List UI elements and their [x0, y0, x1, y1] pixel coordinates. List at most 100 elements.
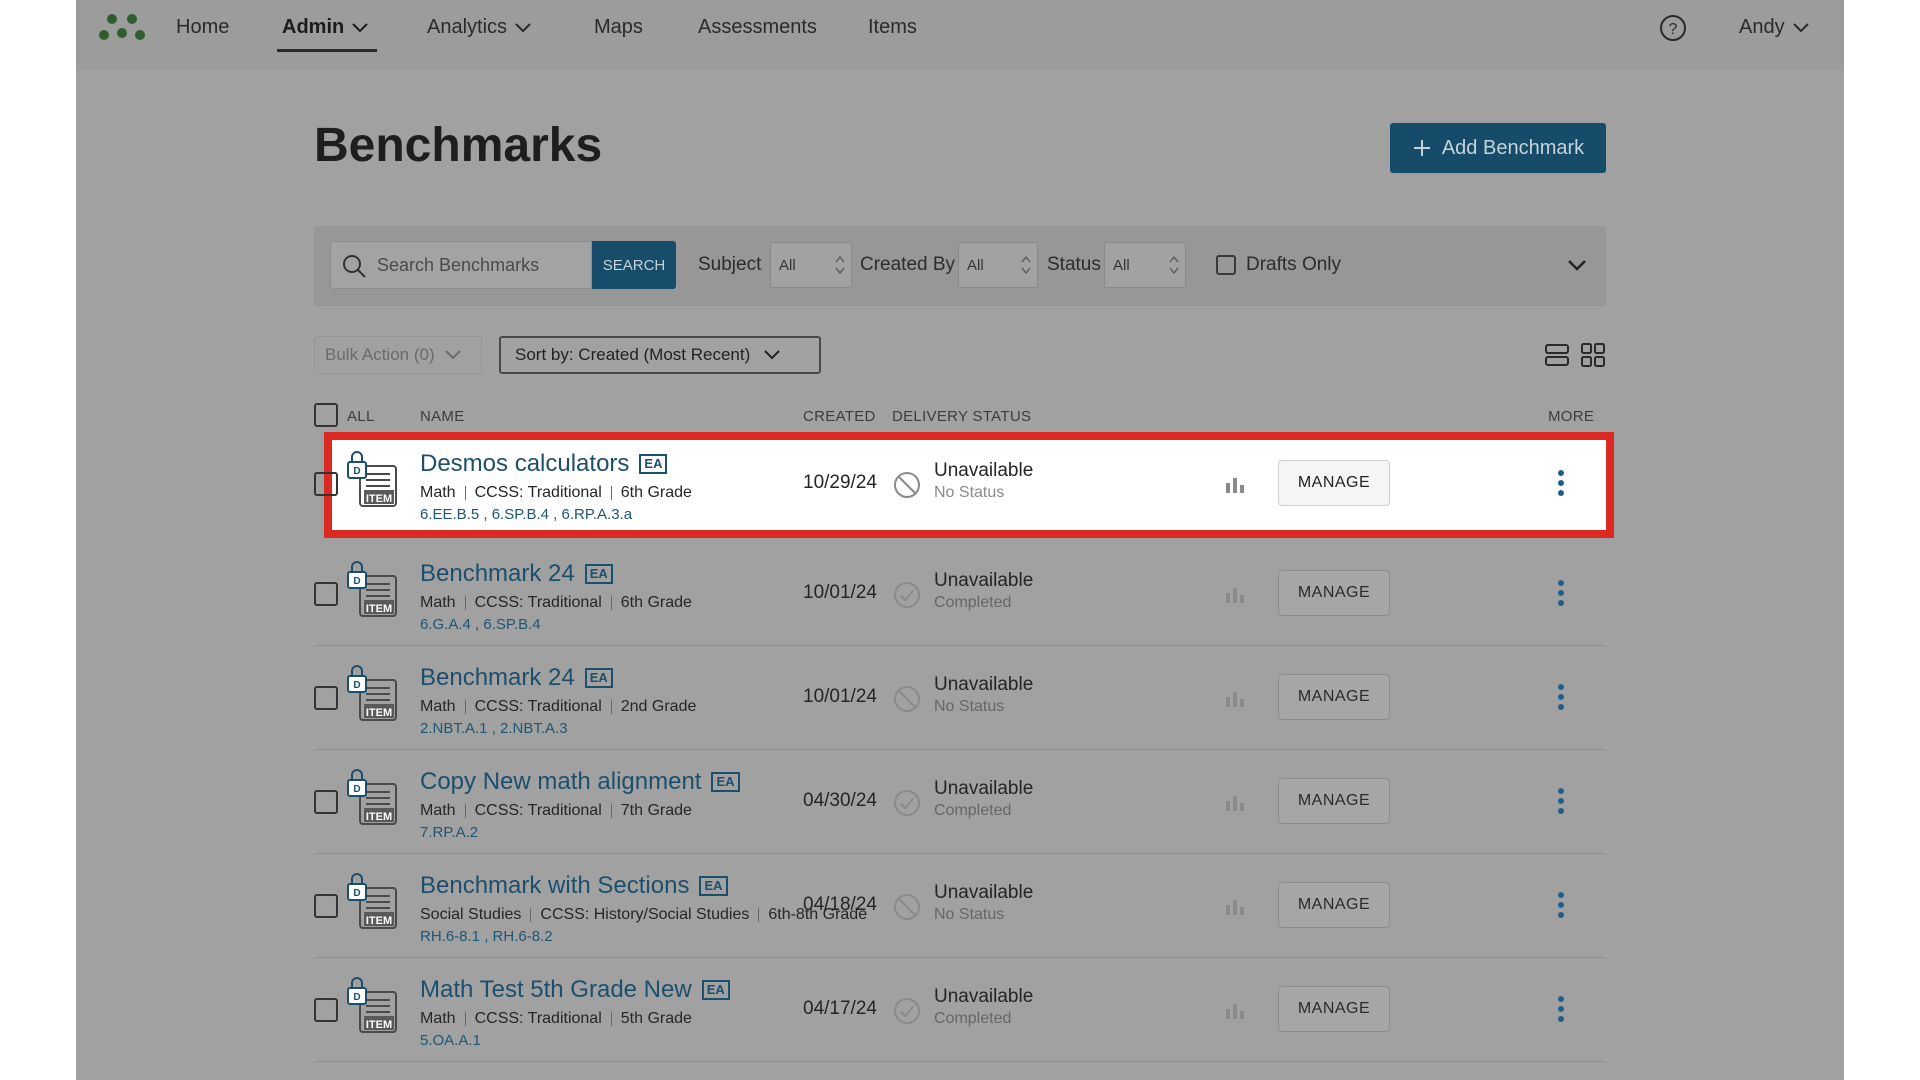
benchmark-title-link[interactable]: Math Test 5th Grade New EA [420, 976, 730, 1004]
standard-codes-link[interactable]: 5.OA.A.1 [420, 1032, 481, 1049]
svg-text:ITEM: ITEM [366, 707, 392, 719]
benchmark-meta: Social Studies CCSS: History/Social Stud… [420, 906, 867, 924]
standard-codes-link[interactable]: RH.6-8.1 , RH.6-8.2 [420, 928, 553, 945]
delivery-substatus: No Status [934, 906, 1005, 923]
add-benchmark-button[interactable]: Add Benchmark [1390, 123, 1606, 173]
nav-items[interactable]: Items [868, 16, 917, 39]
subject-select[interactable]: All [770, 242, 852, 288]
meta-divider [530, 908, 532, 922]
svg-text:D: D [353, 992, 360, 1003]
chevron-down-icon[interactable] [1566, 254, 1588, 276]
manage-button[interactable]: MANAGE [1278, 460, 1390, 506]
bar-chart-icon[interactable] [1224, 689, 1246, 709]
meta-divider [464, 596, 466, 610]
bar-chart-icon[interactable] [1224, 585, 1246, 605]
select-all-checkbox[interactable] [314, 403, 338, 427]
more-vertical-icon[interactable] [1556, 786, 1566, 816]
row-checkbox[interactable] [314, 790, 338, 814]
standard-codes-link[interactable]: 6.EE.B.5 , 6.SP.B.4 , 6.RP.A.3.a [420, 506, 632, 523]
manage-button[interactable]: MANAGE [1278, 778, 1390, 824]
logo-icon[interactable] [98, 13, 146, 43]
created-date: 10/01/24 [803, 686, 877, 707]
bar-chart-icon[interactable] [1224, 793, 1246, 813]
chevron-down-icon [1792, 22, 1809, 32]
chevron-down-icon [515, 22, 531, 32]
help-icon[interactable]: ? [1659, 14, 1687, 42]
row-checkbox[interactable] [314, 472, 338, 496]
more-vertical-icon[interactable] [1556, 578, 1566, 608]
row-checkbox[interactable] [314, 686, 338, 710]
bar-chart-icon[interactable] [1224, 475, 1246, 495]
search-input[interactable] [377, 242, 587, 288]
svg-text:ITEM: ITEM [366, 603, 392, 615]
header-name[interactable]: NAME [420, 408, 465, 425]
benchmark-title-link[interactable]: Benchmark 24 EA [420, 664, 613, 692]
subject-text: Math [420, 698, 456, 715]
standard-codes-link[interactable]: 6.G.A.4 , 6.SP.B.4 [420, 616, 541, 633]
subject-text: Math [420, 594, 456, 611]
nav-home[interactable]: Home [176, 16, 229, 39]
standard-codes-link[interactable]: 7.RP.A.2 [420, 824, 478, 841]
nav-analytics[interactable]: Analytics [427, 16, 531, 39]
table-row: ITEM D Math Test 5th Grade New EA Math C… [314, 958, 1606, 1062]
standard-codes-link[interactable]: 2.NBT.A.1 , 2.NBT.A.3 [420, 720, 568, 737]
benchmark-title-link[interactable]: Benchmark with Sections EA [420, 872, 728, 900]
drafts-only-toggle[interactable]: Drafts Only [1216, 254, 1341, 276]
svg-text:ITEM: ITEM [366, 493, 392, 505]
chevron-down-icon [352, 22, 368, 32]
bar-chart-icon[interactable] [1224, 897, 1246, 917]
table-row: ITEM D Copy New math alignment EA Math C… [314, 750, 1606, 854]
grade-text: 5th Grade [620, 1010, 692, 1027]
created-date: 10/29/24 [803, 472, 877, 493]
created-date: 04/18/24 [803, 894, 877, 915]
benchmark-title-link[interactable]: Benchmark 24 EA [420, 560, 613, 588]
search-button[interactable]: SEARCH [592, 241, 676, 289]
list-view-icon[interactable] [1544, 342, 1570, 368]
sort-dropdown[interactable]: Sort by: Created (Most Recent) [499, 336, 821, 374]
manage-button[interactable]: MANAGE [1278, 570, 1390, 616]
table-row: ITEM D Benchmark 24 EA Math CCSS: Tradit… [314, 542, 1606, 646]
status-select[interactable]: All [1104, 242, 1186, 288]
grade-text: 6th Grade [620, 594, 692, 611]
row-checkbox[interactable] [314, 894, 338, 918]
benchmark-meta: Math CCSS: Traditional 7th Grade [420, 802, 692, 820]
app-viewport: Home Admin Analytics Maps Assessments It… [76, 0, 1844, 1080]
svg-text:ITEM: ITEM [366, 1019, 392, 1031]
item-bank-icon: ITEM D [347, 873, 397, 929]
drafts-only-checkbox[interactable] [1216, 255, 1236, 275]
delivery-substatus: No Status [934, 484, 1005, 501]
grid-view-icon[interactable] [1580, 342, 1606, 368]
svg-text:ITEM: ITEM [366, 811, 392, 823]
svg-text:ITEM: ITEM [366, 915, 392, 927]
row-checkbox[interactable] [314, 582, 338, 606]
manage-button[interactable]: MANAGE [1278, 882, 1390, 928]
row-checkbox[interactable] [314, 998, 338, 1022]
header-created[interactable]: CREATED [803, 408, 876, 425]
more-vertical-icon[interactable] [1556, 994, 1566, 1024]
created-by-select[interactable]: All [958, 242, 1038, 288]
more-vertical-icon[interactable] [1556, 890, 1566, 920]
manage-button[interactable]: MANAGE [1278, 986, 1390, 1032]
more-vertical-icon[interactable] [1556, 682, 1566, 712]
bulk-action-dropdown[interactable]: Bulk Action (0) [314, 336, 482, 374]
check-circle-icon [894, 998, 920, 1024]
delivery-status: Unavailable [934, 570, 1034, 591]
delivery-substatus: Completed [934, 1010, 1012, 1027]
nav-admin[interactable]: Admin [282, 16, 368, 39]
manage-button[interactable]: MANAGE [1278, 674, 1390, 720]
nav-maps[interactable]: Maps [594, 16, 643, 39]
table-row: ITEM D Benchmark 24 EA Math CCSS: Tradit… [314, 646, 1606, 750]
nav-assessments[interactable]: Assessments [698, 16, 817, 39]
check-circle-icon [894, 582, 920, 608]
meta-divider [610, 596, 612, 610]
search-box [330, 241, 592, 289]
more-vertical-icon[interactable] [1556, 468, 1566, 498]
benchmark-title-link[interactable]: Copy New math alignment EA [420, 768, 740, 796]
ea-badge: EA [699, 876, 728, 896]
created-date: 04/30/24 [803, 790, 877, 811]
select-spinner-icon [835, 255, 845, 275]
bar-chart-icon[interactable] [1224, 1001, 1246, 1021]
table-row-highlighted: ITEM D Desmos calculators EA Math CCSS: … [314, 432, 1614, 538]
user-menu[interactable]: Andy [1739, 16, 1809, 39]
benchmark-title-link[interactable]: Desmos calculators EA [420, 450, 668, 478]
